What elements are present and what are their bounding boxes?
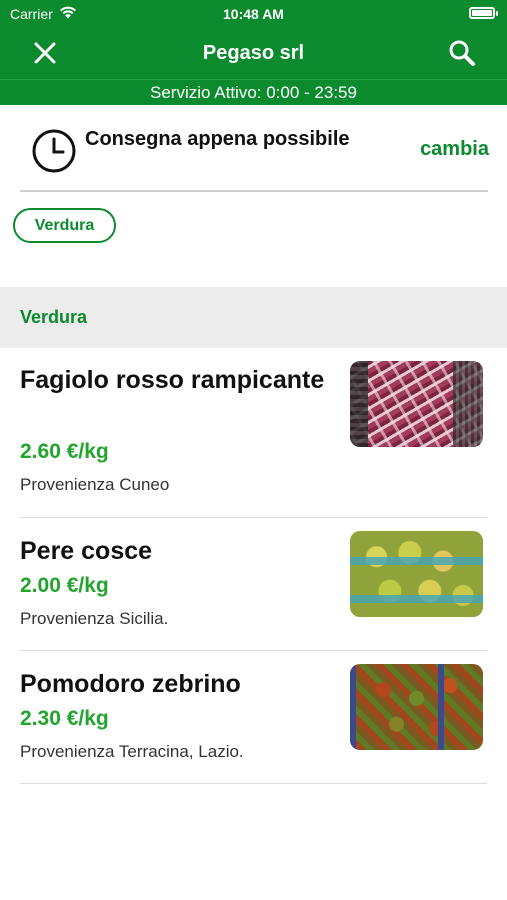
battery-icon — [469, 7, 498, 19]
section-header: Verdura — [0, 287, 507, 348]
product-list: Fagiolo rosso rampicante 2.60 €/kg Prove… — [0, 348, 507, 784]
product-item[interactable]: Pere cosce 2.00 €/kg Provenienza Sicilia… — [20, 518, 487, 651]
delivery-row: Consegna appena possibile cambia — [0, 105, 507, 193]
search-icon[interactable] — [445, 36, 479, 70]
product-item[interactable]: Pomodoro zebrino 2.30 €/kg Provenienza T… — [20, 651, 487, 784]
product-origin: Provenienza Cuneo — [20, 475, 170, 494]
product-price: 2.60 €/kg — [20, 440, 109, 463]
product-item[interactable]: Fagiolo rosso rampicante 2.60 €/kg Prove… — [20, 348, 487, 518]
category-chip-verdura[interactable]: Verdura — [13, 208, 116, 243]
change-delivery-button[interactable]: cambia — [420, 138, 489, 161]
section-title: Verdura — [20, 307, 88, 327]
product-origin: Provenienza Sicilia. — [20, 609, 169, 628]
page-title: Pegaso srl — [202, 42, 305, 64]
product-name: Pomodoro zebrino — [20, 670, 241, 698]
clock-icon — [30, 127, 78, 175]
service-hours: Servizio Attivo: 0:00 - 23:59 — [0, 79, 507, 105]
delivery-label: Consegna appena possibile — [85, 128, 350, 150]
divider — [20, 190, 488, 192]
product-image — [350, 531, 483, 617]
app-header: Carrier 10:48 AM Pegaso srl Servizio Att… — [0, 0, 507, 105]
product-price: 2.00 €/kg — [20, 574, 109, 597]
product-name: Pere cosce — [20, 537, 153, 565]
nav-bar: Pegaso srl — [0, 28, 507, 78]
product-name: Fagiolo rosso rampicante — [20, 366, 325, 394]
product-image — [350, 361, 483, 447]
product-image — [350, 664, 483, 750]
status-bar: Carrier 10:48 AM — [0, 0, 507, 28]
product-price: 2.30 €/kg — [20, 707, 109, 730]
status-time: 10:48 AM — [223, 6, 284, 22]
product-origin: Provenienza Terracina, Lazio. — [20, 742, 244, 761]
